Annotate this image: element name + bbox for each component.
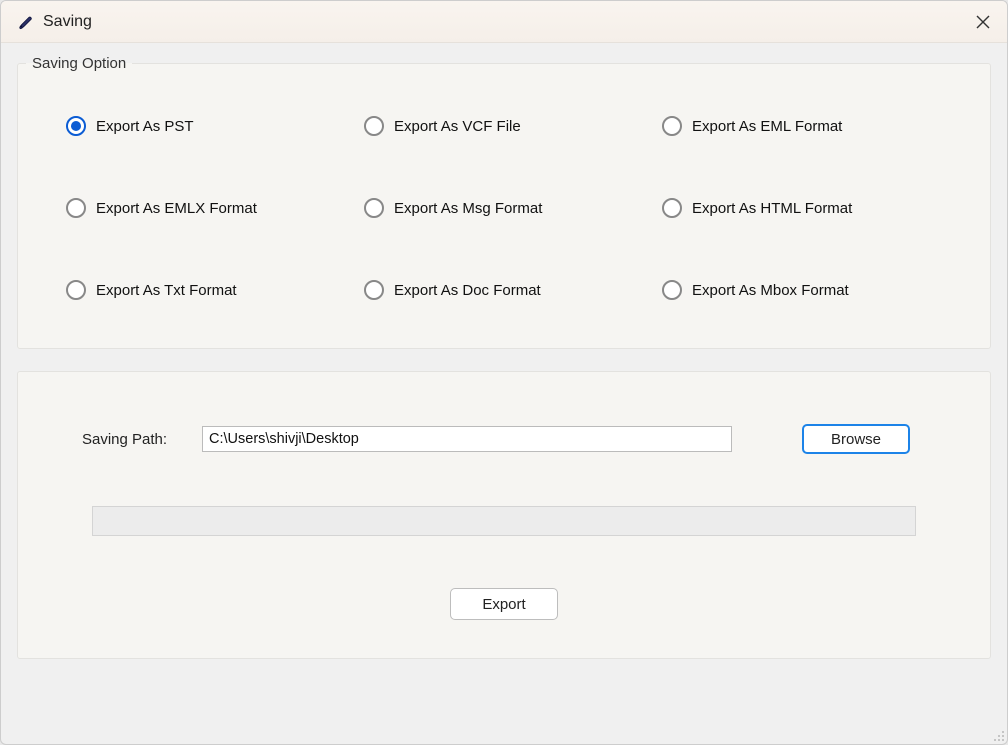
radio-option-4[interactable]: Export As Msg Format [364, 198, 652, 218]
saving-path-row: Saving Path: Browse [82, 424, 926, 454]
radio-label: Export As Doc Format [394, 282, 541, 299]
radio-option-2[interactable]: Export As EML Format [662, 116, 950, 136]
radio-option-6[interactable]: Export As Txt Format [66, 280, 354, 300]
radio-label: Export As Txt Format [96, 282, 237, 299]
radio-option-7[interactable]: Export As Doc Format [364, 280, 652, 300]
close-button[interactable] [967, 6, 999, 38]
dialog-body: Saving Option Export As PST Export As VCF… [1, 43, 1007, 677]
radio-option-5[interactable]: Export As HTML Format [662, 198, 950, 218]
radio-circle-icon [66, 280, 86, 300]
export-button[interactable]: Export [450, 588, 558, 620]
radio-option-3[interactable]: Export As EMLX Format [66, 198, 354, 218]
window-title: Saving [43, 13, 92, 31]
browse-button[interactable]: Browse [802, 424, 910, 454]
radio-circle-icon [364, 280, 384, 300]
radio-option-1[interactable]: Export As VCF File [364, 116, 652, 136]
radio-circle-icon [662, 280, 682, 300]
radio-circle-icon [66, 198, 86, 218]
radio-grid: Export As PST Export As VCF File Export As… [18, 72, 990, 324]
radio-label: Export As PST [96, 118, 194, 135]
lower-panel: Saving Path: Browse Export [17, 371, 991, 659]
radio-option-0[interactable]: Export As PST [66, 116, 354, 136]
radio-label: Export As Mbox Format [692, 282, 849, 299]
radio-option-8[interactable]: Export As Mbox Format [662, 280, 950, 300]
export-row: Export [82, 588, 926, 620]
radio-circle-icon [662, 116, 682, 136]
radio-label: Export As HTML Format [692, 200, 852, 217]
radio-label: Export As EMLX Format [96, 200, 257, 217]
radio-circle-icon [364, 198, 384, 218]
saving-dialog: Saving Saving Option Export As PSTExport… [0, 0, 1008, 745]
brush-icon [15, 12, 35, 32]
radio-circle-icon [662, 198, 682, 218]
saving-path-label: Saving Path: [82, 431, 202, 448]
saving-option-legend: Saving Option [26, 55, 132, 72]
saving-path-input[interactable] [202, 426, 732, 452]
radio-label: Export As EML Format [692, 118, 842, 135]
radio-circle-icon [364, 116, 384, 136]
resize-grip-icon[interactable] [991, 728, 1005, 742]
progress-bar [92, 506, 916, 536]
saving-option-group: Saving Option Export As PST Export As VCF… [17, 55, 991, 349]
radio-circle-icon [66, 116, 86, 136]
radio-label: Export As Msg Format [394, 200, 542, 217]
titlebar: Saving [1, 1, 1007, 43]
radio-label: Export As VCF File [394, 118, 521, 135]
